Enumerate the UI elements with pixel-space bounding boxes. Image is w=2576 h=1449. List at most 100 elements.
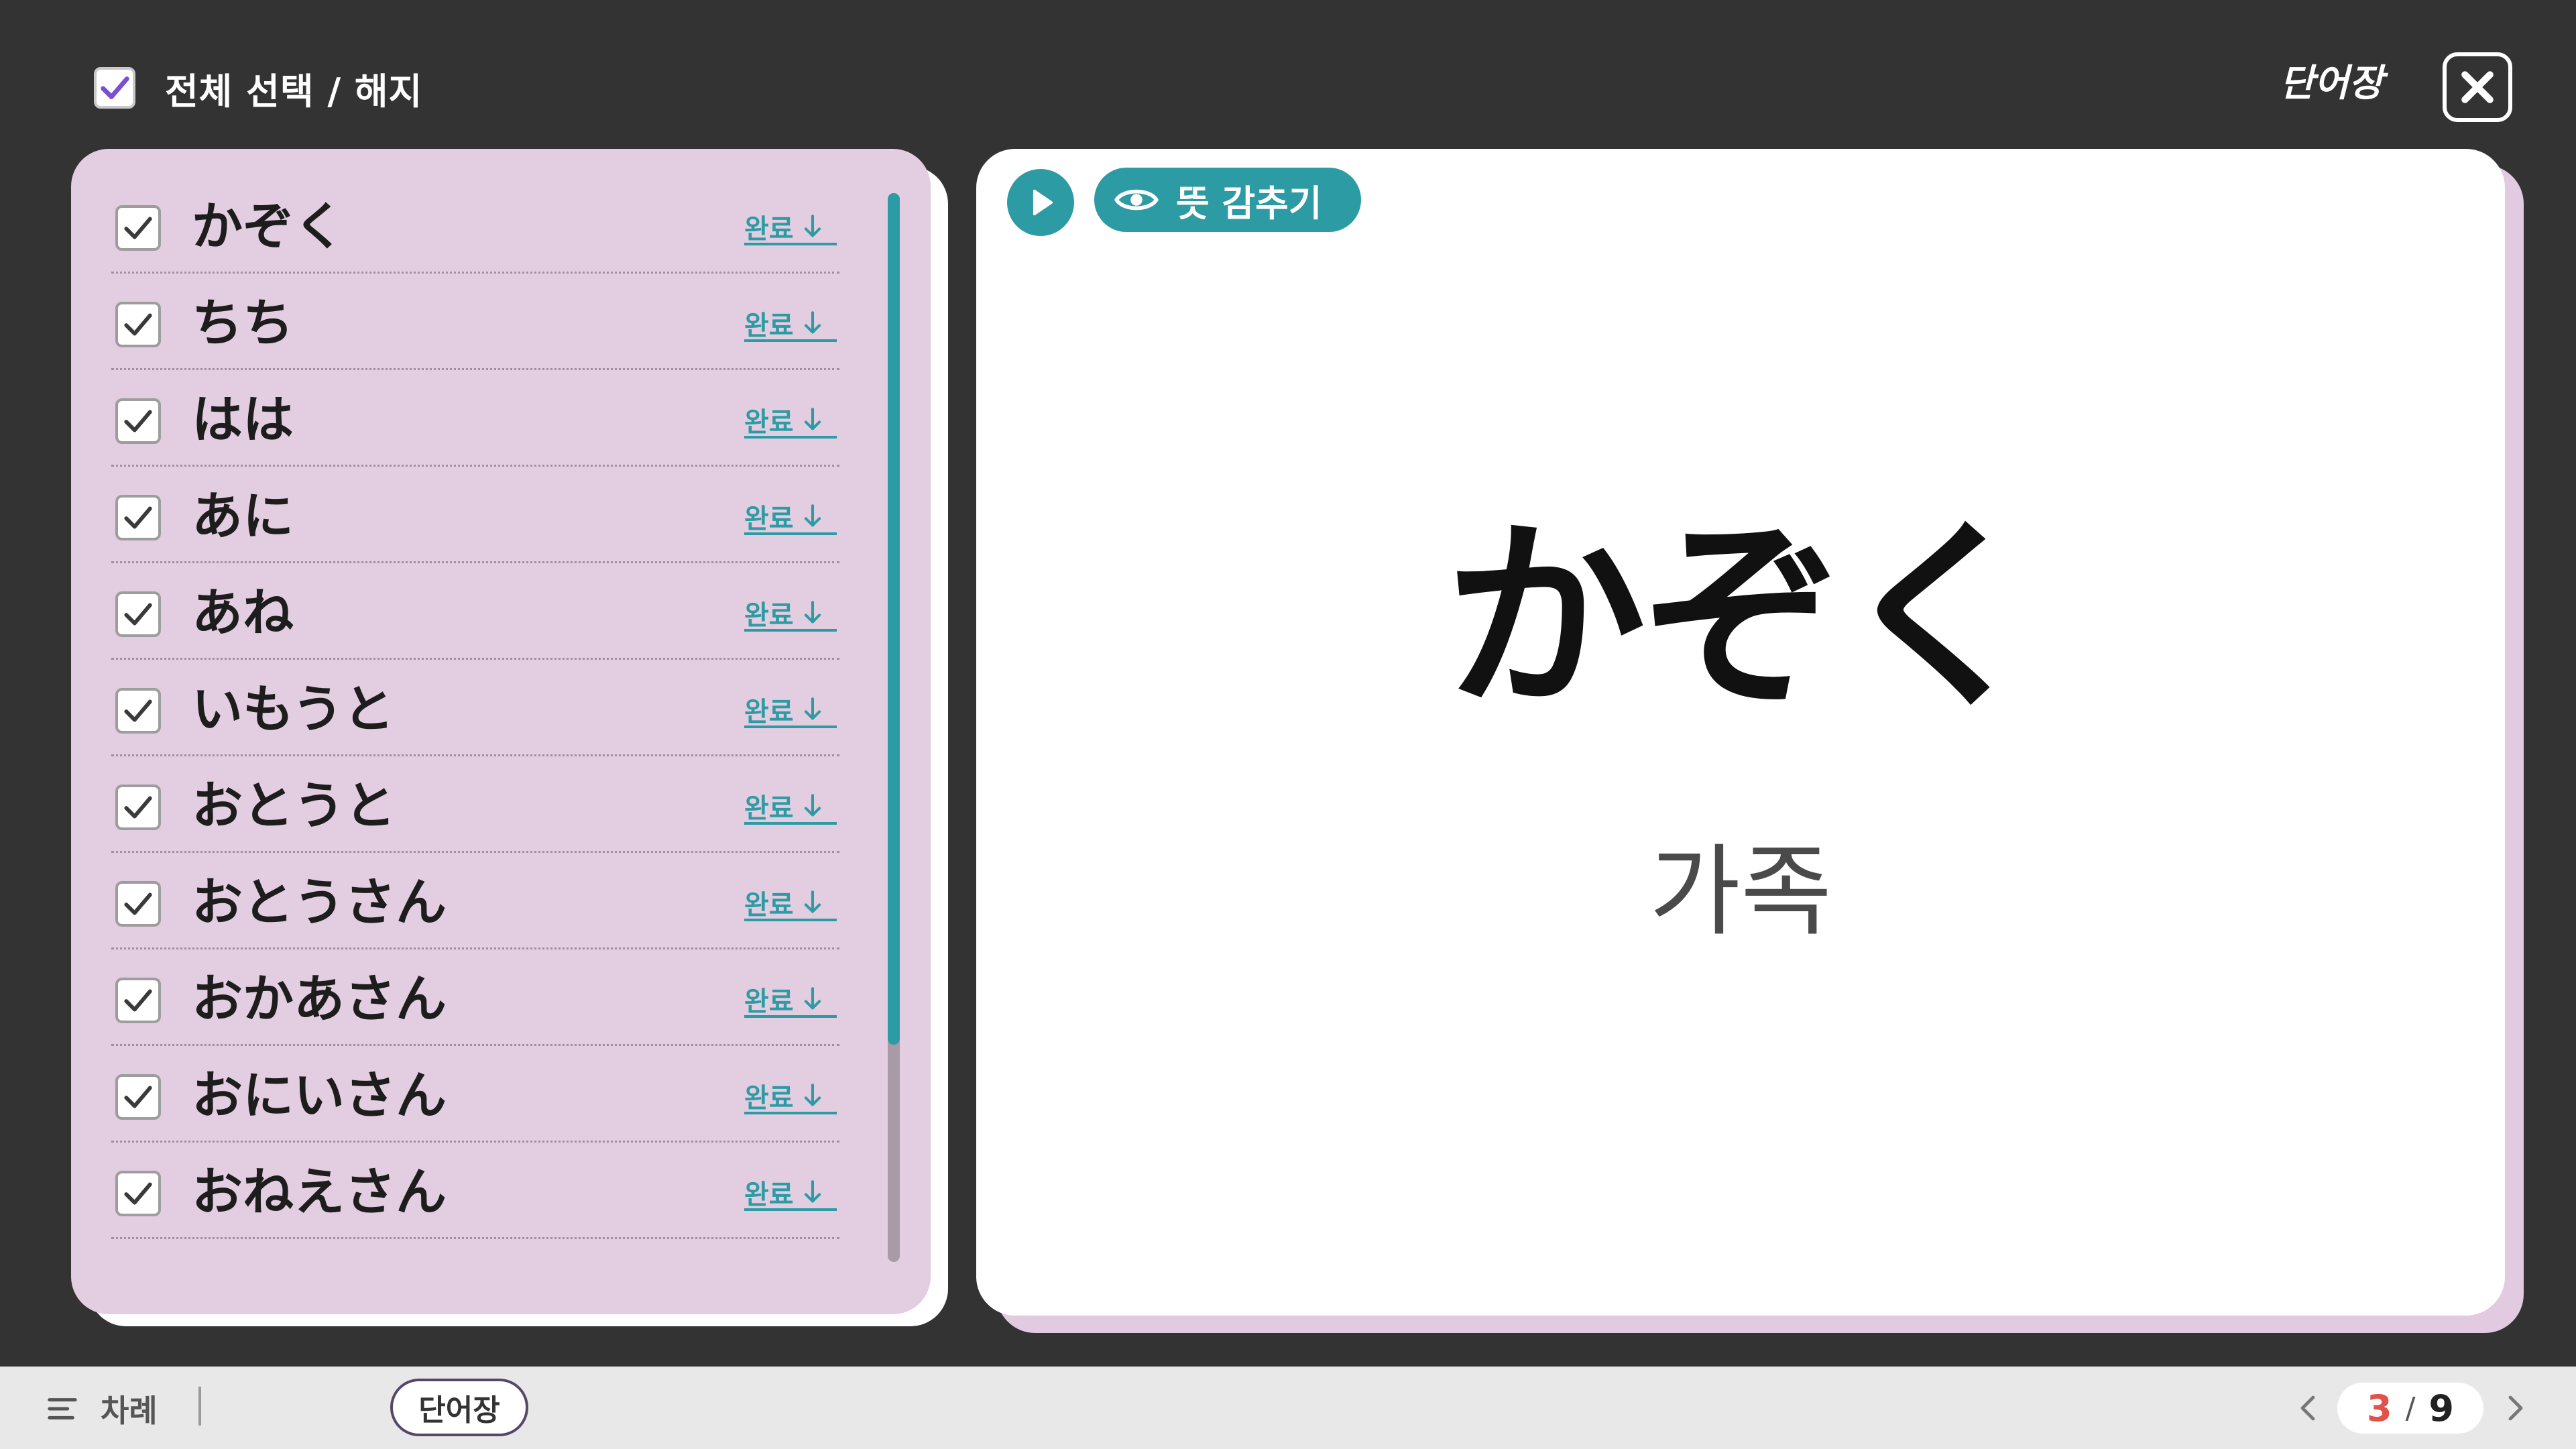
status-toggle[interactable]: 완료 [744, 597, 837, 632]
status-label: 완료 [744, 697, 794, 728]
status-toggle[interactable]: 완료 [744, 1176, 837, 1211]
word-list-panel: かぞく 완료 ちち 완료 はは 완료 あに 완료 あね 완료 いもうと 완료 おとうと 완료 おとうさん 완료… [71, 149, 931, 1314]
arrow-down-icon [804, 794, 821, 817]
word-checkbox[interactable] [115, 881, 161, 927]
select-all-toggle[interactable]: 전체 선택 / 해지 [94, 64, 422, 113]
status-toggle[interactable]: 완료 [744, 886, 837, 921]
status-label: 완료 [744, 214, 794, 245]
brand-title: 단어장 [2280, 62, 2384, 105]
hide-meaning-button[interactable]: 뜻 감추기 [1094, 168, 1361, 232]
select-all-label: 전체 선택 / 해지 [165, 70, 423, 113]
list-item[interactable]: おかあさん 완료 [111, 949, 839, 1046]
list-item[interactable]: あね 완료 [111, 563, 839, 660]
word-text: いもうと [192, 679, 394, 739]
status-label: 완료 [744, 1083, 794, 1114]
select-all-checkbox[interactable] [94, 67, 135, 109]
arrow-down-icon [804, 601, 821, 624]
word-checkbox[interactable] [115, 205, 161, 251]
arrow-down-icon [804, 311, 821, 334]
status-label: 완료 [744, 600, 794, 631]
word-checkbox[interactable] [115, 1171, 161, 1216]
arrow-down-icon [804, 697, 821, 720]
word-text: かぞく [192, 196, 345, 256]
status-label: 완료 [744, 504, 794, 534]
check-icon [124, 699, 152, 722]
check-icon [101, 76, 129, 99]
arrow-down-icon [804, 504, 821, 527]
next-page-button[interactable] [2496, 1388, 2536, 1428]
word-text: おかあさん [192, 969, 447, 1029]
list-item[interactable]: はは 완료 [111, 370, 839, 467]
word-checkbox[interactable] [115, 1074, 161, 1120]
word-text: あに [192, 486, 294, 546]
vocab-button[interactable]: 단어장 [390, 1379, 528, 1436]
status-toggle[interactable]: 완료 [744, 1080, 837, 1114]
check-icon [124, 313, 152, 336]
list-item[interactable]: おねえさん 완료 [111, 1143, 839, 1239]
check-icon [124, 217, 152, 239]
chevron-left-icon [2300, 1395, 2315, 1421]
toc-button[interactable]: 차례 [47, 1385, 158, 1432]
chevron-right-icon [2508, 1395, 2523, 1421]
arrow-down-icon [804, 1084, 821, 1106]
hide-meaning-label: 뜻 감추기 [1176, 182, 1322, 225]
close-button[interactable] [2443, 52, 2512, 122]
arrow-down-icon [804, 408, 821, 430]
status-label: 완료 [744, 407, 794, 438]
list-item[interactable]: ちち 완료 [111, 274, 839, 370]
arrow-down-icon [804, 890, 821, 913]
list-item[interactable]: あに 완료 [111, 467, 839, 563]
list-item[interactable]: おとうと 완료 [111, 756, 839, 853]
prev-page-button[interactable] [2288, 1388, 2328, 1428]
arrow-down-icon [804, 987, 821, 1010]
close-icon [2461, 71, 2494, 103]
word-checkbox[interactable] [115, 978, 161, 1023]
word-checkbox[interactable] [115, 785, 161, 830]
word-checkbox[interactable] [115, 398, 161, 444]
word-text: おにいさん [192, 1065, 447, 1125]
status-toggle[interactable]: 완료 [744, 983, 837, 1018]
check-icon [124, 1182, 152, 1205]
page-total: 9 [2428, 1387, 2454, 1430]
word-card: 뜻 감추기 かぞく 가족 [976, 149, 2505, 1316]
scrollbar-thumb[interactable] [888, 193, 900, 1045]
list-item[interactable]: かぞく 완료 [111, 177, 839, 274]
word-checkbox[interactable] [115, 591, 161, 637]
toc-divider [198, 1387, 201, 1426]
list-item[interactable]: おとうさん 완료 [111, 853, 839, 949]
status-toggle[interactable]: 완료 [744, 790, 837, 825]
status-toggle[interactable]: 완료 [744, 693, 837, 728]
card-meaning: 가족 [1649, 834, 1832, 949]
play-icon [1033, 189, 1053, 216]
check-icon [124, 410, 152, 432]
card-term: かぞく [1445, 501, 2040, 735]
status-label: 완료 [744, 986, 794, 1017]
arrow-down-icon [804, 1180, 821, 1203]
word-checkbox[interactable] [115, 688, 161, 734]
word-text: おとうさん [192, 872, 447, 932]
check-icon [124, 1086, 152, 1108]
status-toggle[interactable]: 완료 [744, 404, 837, 439]
word-text: おとうと [192, 776, 396, 835]
play-audio-button[interactable] [1007, 169, 1074, 236]
status-label: 완료 [744, 1179, 794, 1210]
status-toggle[interactable]: 완료 [744, 500, 837, 535]
scrollbar-track[interactable] [888, 193, 900, 1262]
status-toggle[interactable]: 완료 [744, 307, 837, 342]
arrow-down-icon [804, 215, 821, 237]
word-text: あね [192, 583, 294, 642]
bottom-bar: 차례 단어장 3 / 9 [0, 1367, 2576, 1449]
list-item[interactable]: いもうと 완료 [111, 660, 839, 756]
check-icon [124, 989, 152, 1012]
list-item[interactable]: おにいさん 완료 [111, 1046, 839, 1143]
page-current: 3 [2367, 1387, 2392, 1430]
word-checkbox[interactable] [115, 302, 161, 347]
status-toggle[interactable]: 완료 [744, 211, 837, 245]
word-text: ちち [192, 293, 294, 353]
word-text: はは [192, 390, 294, 449]
menu-icon [48, 1398, 77, 1419]
check-icon [124, 796, 152, 819]
word-checkbox[interactable] [115, 495, 161, 540]
status-label: 완료 [744, 890, 794, 921]
status-label: 완료 [744, 793, 794, 824]
